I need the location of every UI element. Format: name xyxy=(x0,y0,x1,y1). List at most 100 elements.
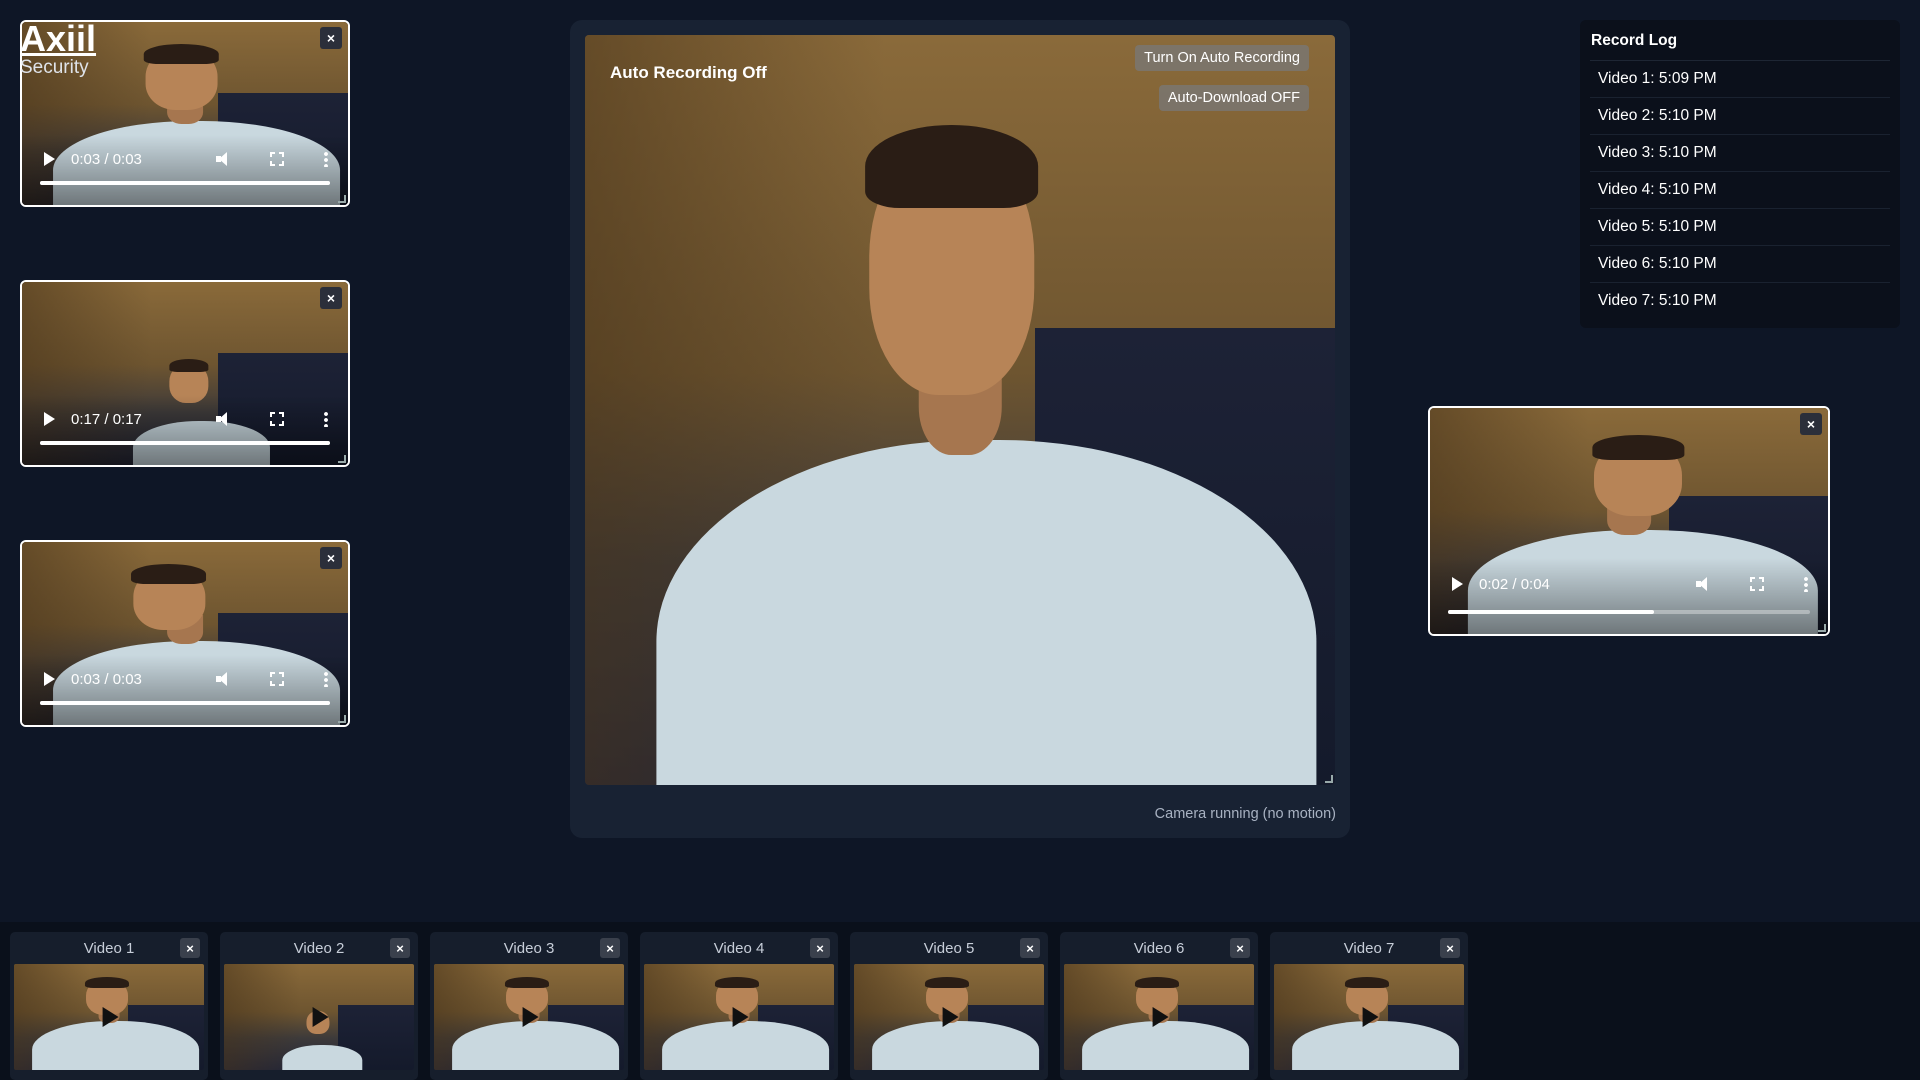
log-entry[interactable]: Video 4: 5:10 PM xyxy=(1590,172,1890,209)
close-icon[interactable]: × xyxy=(320,287,342,309)
play-icon[interactable] xyxy=(44,412,55,426)
close-icon[interactable]: × xyxy=(320,547,342,569)
thumbnail-title: Video 4 xyxy=(713,940,765,957)
brand-subtitle: Security xyxy=(20,57,89,78)
recordings-strip: Video 1 × Video 2 × Video 3 × Video 4 × … xyxy=(0,922,1920,1080)
video-controls: 0:03 / 0:03 xyxy=(22,135,348,205)
video-time: 0:02 / 0:04 xyxy=(1479,575,1550,593)
thumbnail-title: Video 7 xyxy=(1343,940,1395,957)
thumbnail-title: Video 2 xyxy=(293,940,345,957)
close-icon[interactable]: × xyxy=(1440,938,1460,958)
thumbnail-image[interactable] xyxy=(1274,964,1464,1070)
recording-thumbnail[interactable]: Video 2 × xyxy=(220,932,418,1080)
resize-handle[interactable] xyxy=(338,195,346,203)
fullscreen-icon[interactable] xyxy=(1750,577,1764,591)
close-icon[interactable]: × xyxy=(320,27,342,49)
close-icon[interactable]: × xyxy=(1230,938,1250,958)
play-icon[interactable] xyxy=(1152,1007,1169,1027)
video-time: 0:03 / 0:03 xyxy=(71,150,142,168)
video-progress-bar[interactable] xyxy=(40,701,330,705)
recording-thumbnail[interactable]: Video 1 × xyxy=(10,932,208,1080)
more-options-icon[interactable] xyxy=(324,411,328,427)
video-controls: 0:17 / 0:17 xyxy=(22,395,348,465)
play-icon[interactable] xyxy=(522,1007,539,1027)
recording-thumbnail[interactable]: Video 3 × xyxy=(430,932,628,1080)
recorded-video-player[interactable]: × 0:03 / 0:03 xyxy=(20,540,350,727)
progress-fill xyxy=(40,441,330,445)
play-icon[interactable] xyxy=(312,1007,329,1027)
progress-fill xyxy=(40,701,330,705)
video-controls: 0:03 / 0:03 xyxy=(22,655,348,725)
thumbnail-title: Video 3 xyxy=(503,940,555,957)
live-camera-panel: Auto Recording Off Turn On Auto Recordin… xyxy=(570,20,1350,838)
resize-handle[interactable] xyxy=(338,455,346,463)
more-options-icon[interactable] xyxy=(324,671,328,687)
thumbnail-title: Video 6 xyxy=(1133,940,1185,957)
video-controls: 0:02 / 0:04 xyxy=(1430,558,1828,634)
fullscreen-icon[interactable] xyxy=(270,152,284,166)
play-icon[interactable] xyxy=(1362,1007,1379,1027)
fullscreen-icon[interactable] xyxy=(270,672,284,686)
progress-fill xyxy=(1448,610,1655,614)
close-icon[interactable]: × xyxy=(390,938,410,958)
app-stage: Axiil Security × 0:03 / 0:03 × 0:17 / 0:… xyxy=(0,0,1920,1080)
play-icon[interactable] xyxy=(44,152,55,166)
close-icon[interactable]: × xyxy=(600,938,620,958)
volume-icon[interactable] xyxy=(216,411,234,427)
resize-handle[interactable] xyxy=(338,715,346,723)
log-entry[interactable]: Video 6: 5:10 PM xyxy=(1590,246,1890,283)
camera-feed xyxy=(585,35,1335,785)
more-options-icon[interactable] xyxy=(1804,576,1808,592)
log-entry[interactable]: Video 3: 5:10 PM xyxy=(1590,135,1890,172)
thumbnail-image[interactable] xyxy=(644,964,834,1070)
log-entry[interactable]: Video 2: 5:10 PM xyxy=(1590,98,1890,135)
thumbnail-image[interactable] xyxy=(434,964,624,1070)
play-icon[interactable] xyxy=(942,1007,959,1027)
brand-logo: Axiil Security xyxy=(20,20,96,78)
close-icon[interactable]: × xyxy=(810,938,830,958)
thumbnail-image[interactable] xyxy=(224,964,414,1070)
recorded-video-player[interactable]: × 0:17 / 0:17 xyxy=(20,280,350,467)
video-time: 0:17 / 0:17 xyxy=(71,410,142,428)
thumbnail-title: Video 1 xyxy=(83,940,135,957)
play-icon[interactable] xyxy=(1452,577,1463,591)
resize-handle[interactable] xyxy=(1325,775,1333,783)
record-log-title: Record Log xyxy=(1590,32,1890,61)
play-icon[interactable] xyxy=(102,1007,119,1027)
close-icon[interactable]: × xyxy=(1800,413,1822,435)
volume-icon[interactable] xyxy=(216,671,234,687)
auto-download-button[interactable]: Auto-Download OFF xyxy=(1158,85,1309,111)
log-entry[interactable]: Video 1: 5:09 PM xyxy=(1590,61,1890,98)
thumbnail-title: Video 5 xyxy=(923,940,975,957)
close-icon[interactable]: × xyxy=(1020,938,1040,958)
progress-fill xyxy=(40,181,330,185)
volume-icon[interactable] xyxy=(1696,576,1714,592)
play-icon[interactable] xyxy=(732,1007,749,1027)
recording-thumbnail[interactable]: Video 6 × xyxy=(1060,932,1258,1080)
camera-status: Camera running (no motion) xyxy=(1154,806,1336,822)
record-log-panel: Record Log Video 1: 5:09 PM Video 2: 5:1… xyxy=(1580,20,1900,328)
thumbnail-image[interactable] xyxy=(14,964,204,1070)
video-progress-bar[interactable] xyxy=(1448,610,1810,614)
video-progress-bar[interactable] xyxy=(40,181,330,185)
fullscreen-icon[interactable] xyxy=(270,412,284,426)
video-progress-bar[interactable] xyxy=(40,441,330,445)
live-camera-view: Auto Recording Off Turn On Auto Recordin… xyxy=(585,35,1335,785)
video-time: 0:03 / 0:03 xyxy=(71,670,142,688)
close-icon[interactable]: × xyxy=(180,938,200,958)
auto-recording-button[interactable]: Turn On Auto Recording xyxy=(1135,45,1309,71)
thumbnail-image[interactable] xyxy=(854,964,1044,1070)
recording-thumbnail[interactable]: Video 7 × xyxy=(1270,932,1468,1080)
volume-icon[interactable] xyxy=(216,151,234,167)
log-entry[interactable]: Video 7: 5:10 PM xyxy=(1590,283,1890,320)
play-icon[interactable] xyxy=(44,672,55,686)
thumbnail-image[interactable] xyxy=(1064,964,1254,1070)
brand-name: Axiil xyxy=(20,18,97,59)
recording-thumbnail[interactable]: Video 5 × xyxy=(850,932,1048,1080)
recording-status: Auto Recording Off xyxy=(610,63,767,82)
recorded-video-player[interactable]: × 0:02 / 0:04 xyxy=(1428,406,1830,636)
recording-thumbnail[interactable]: Video 4 × xyxy=(640,932,838,1080)
resize-handle[interactable] xyxy=(1818,624,1826,632)
more-options-icon[interactable] xyxy=(324,151,328,167)
log-entry[interactable]: Video 5: 5:10 PM xyxy=(1590,209,1890,246)
